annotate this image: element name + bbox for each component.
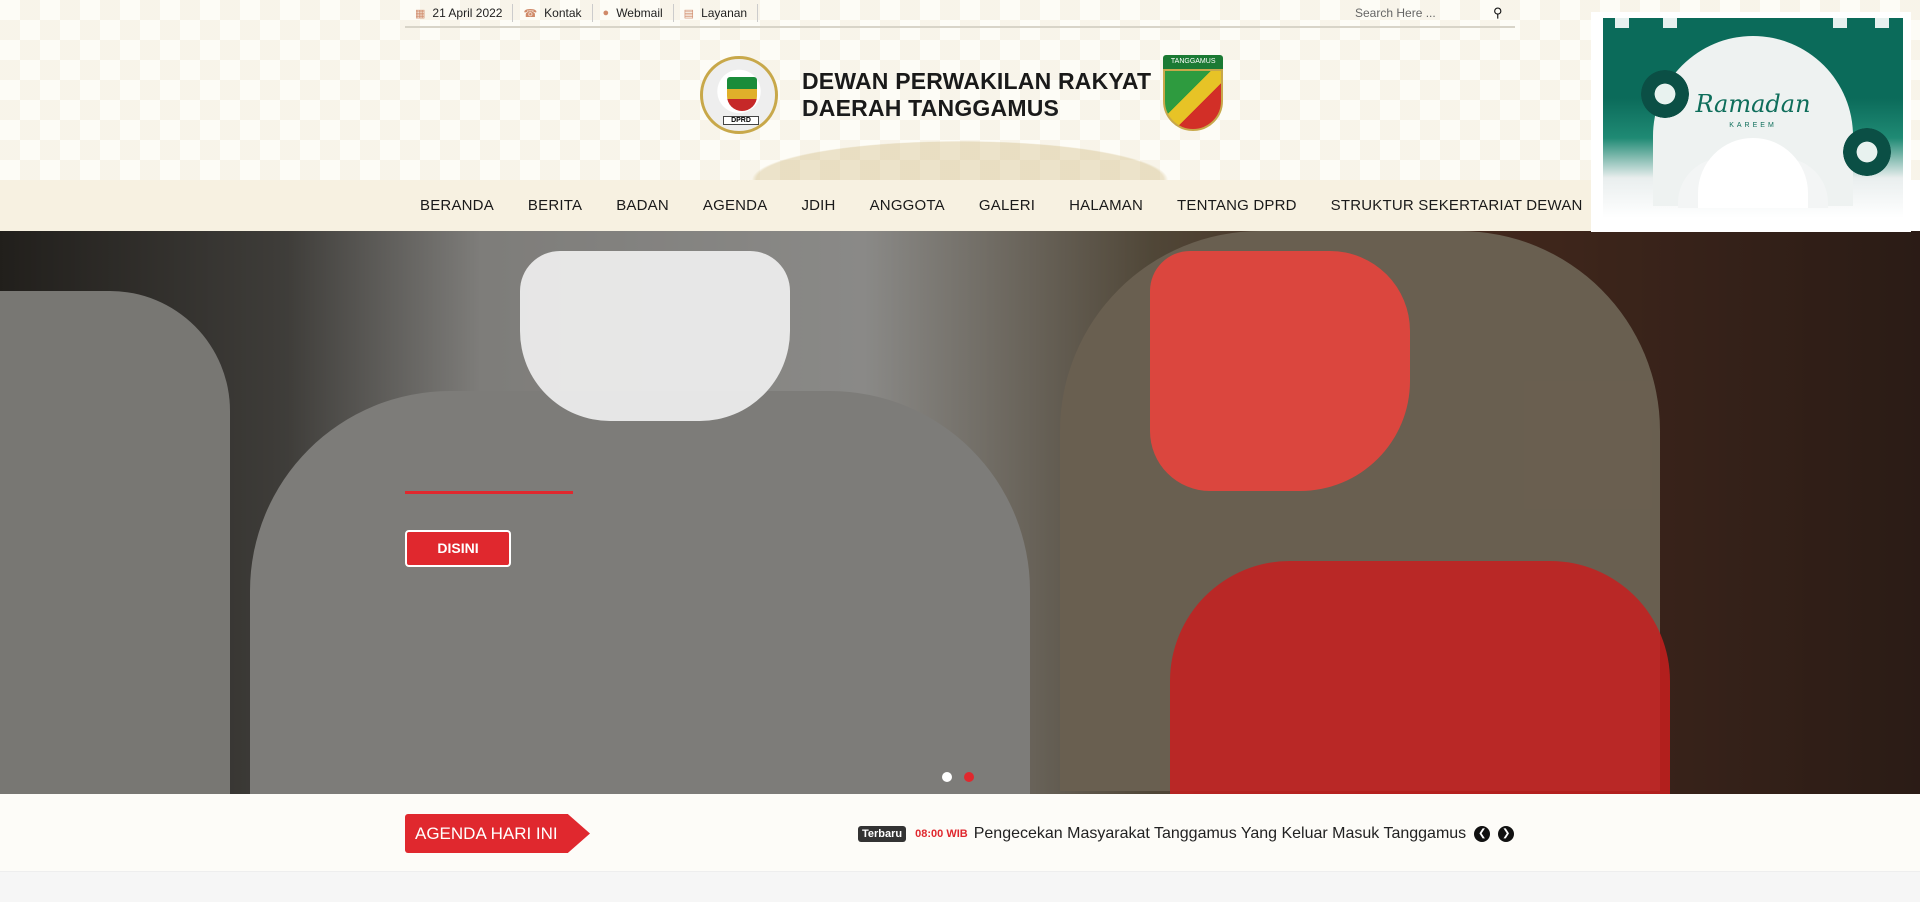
agenda-bar: AGENDA HARI INI Terbaru 08:00 WIB Pengec… bbox=[0, 794, 1920, 872]
webmail-link-label: Webmail bbox=[616, 6, 663, 20]
hero-slider: DISINI bbox=[0, 231, 1920, 794]
tanggamus-shield-icon bbox=[1163, 69, 1224, 131]
site-title-line1: DEWAN PERWAKILAN RAKYAT bbox=[802, 68, 1152, 94]
user-icon: ● bbox=[602, 7, 610, 19]
latest-badge: Terbaru bbox=[858, 826, 907, 842]
slider-dots bbox=[942, 772, 974, 782]
slider-dot-2[interactable] bbox=[964, 772, 974, 782]
prev-arrow-icon[interactable]: ❮ bbox=[1474, 826, 1491, 842]
current-date: 21 April 2022 bbox=[432, 6, 503, 20]
hero-photo-figure bbox=[520, 251, 790, 421]
tanggamus-logo-label: TANGGAMUS bbox=[1163, 55, 1224, 69]
hero-cta-button[interactable]: DISINI bbox=[405, 530, 511, 567]
date-item: ▦ 21 April 2022 bbox=[405, 4, 514, 22]
layanan-link[interactable]: ▤ Layanan bbox=[674, 4, 759, 22]
main-nav: BERANDA BERITA BADAN AGENDA JDIH ANGGOTA… bbox=[0, 180, 1600, 231]
ramadan-title: Ramadan bbox=[1695, 90, 1811, 118]
slider-dot-1[interactable] bbox=[942, 772, 952, 782]
search-input[interactable] bbox=[1355, 6, 1485, 20]
search-box: ⚲ bbox=[1355, 3, 1515, 23]
site-title-line2: DAERAH TANGGAMUS bbox=[802, 95, 1060, 121]
hero-photo-figure bbox=[1170, 561, 1670, 794]
page-body-start bbox=[0, 872, 1920, 902]
layanan-link-label: Layanan bbox=[701, 6, 748, 20]
contact-link[interactable]: ☎ Kontak bbox=[513, 4, 593, 22]
news-ticker: Terbaru 08:00 WIB Pengecekan Masyarakat … bbox=[858, 824, 1515, 844]
dprd-logo: DPRD bbox=[700, 56, 778, 134]
nav-item-struktur[interactable]: STRUKTUR SEKERTARIAT DEWAN bbox=[1314, 197, 1600, 214]
nav-item-halaman[interactable]: HALAMAN bbox=[1052, 197, 1160, 214]
hero-accent-line bbox=[405, 491, 573, 494]
nav-item-beranda[interactable]: BERANDA bbox=[403, 197, 511, 214]
hero-photo-figure bbox=[250, 391, 1030, 794]
top-bar: ▦ 21 April 2022 ☎ Kontak ● Webmail ▤ Lay… bbox=[405, 0, 1515, 28]
nav-item-agenda[interactable]: AGENDA bbox=[686, 197, 785, 214]
ornament-flower-icon bbox=[1843, 128, 1891, 176]
phone-icon: ☎ bbox=[523, 7, 538, 20]
dprd-logo-label: DPRD bbox=[723, 116, 759, 125]
nav-item-tentang-dprd[interactable]: TENTANG DPRD bbox=[1160, 197, 1314, 214]
calendar-icon: ▦ bbox=[415, 7, 426, 20]
lantern-icon bbox=[1833, 18, 1847, 52]
next-arrow-icon[interactable]: ❯ bbox=[1498, 826, 1515, 842]
hero-photo-figure bbox=[0, 291, 230, 794]
ticker-time: 08:00 WIB bbox=[915, 828, 968, 840]
contact-link-label: Kontak bbox=[544, 6, 582, 20]
nav-item-galeri[interactable]: GALERI bbox=[962, 197, 1052, 214]
webmail-link[interactable]: ● Webmail bbox=[593, 4, 674, 22]
brand[interactable]: DPRD DEWAN PERWAKILAN RAKYAT DAERAH TANG… bbox=[700, 55, 1224, 135]
hero-photo-figure bbox=[1150, 251, 1410, 491]
nav-item-badan[interactable]: BADAN bbox=[599, 197, 686, 214]
lantern-icon bbox=[1615, 18, 1629, 52]
ramadan-banner[interactable]: Ramadan KAREEM bbox=[1603, 18, 1903, 218]
tanggamus-logo: TANGGAMUS bbox=[1163, 55, 1224, 135]
ramadan-subtitle: KAREEM bbox=[1729, 122, 1777, 129]
site-title: DEWAN PERWAKILAN RAKYAT DAERAH TANGGAMUS bbox=[802, 68, 1151, 122]
lantern-icon bbox=[1663, 18, 1677, 52]
search-icon[interactable]: ⚲ bbox=[1493, 5, 1503, 21]
nav-item-jdih[interactable]: JDIH bbox=[784, 197, 852, 214]
ticker-headline[interactable]: Pengecekan Masyarakat Tanggamus Yang Kel… bbox=[974, 825, 1466, 843]
nav-item-berita[interactable]: BERITA bbox=[511, 197, 599, 214]
nav-item-anggota[interactable]: ANGGOTA bbox=[853, 197, 962, 214]
document-icon: ▤ bbox=[683, 7, 695, 20]
agenda-label: AGENDA HARI INI bbox=[405, 814, 590, 853]
lantern-icon bbox=[1875, 18, 1889, 52]
dprd-shield-icon bbox=[727, 77, 757, 111]
ramadan-popup: × Ramadan KAREEM bbox=[1591, 12, 1911, 232]
